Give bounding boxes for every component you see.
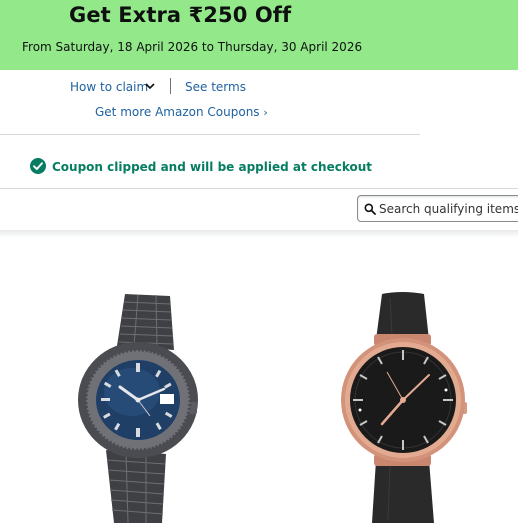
search-icon [364, 203, 376, 215]
link-divider [170, 78, 171, 94]
results-divider [0, 230, 518, 238]
coupon-status-message: Coupon clipped and will be applied at ch… [52, 160, 373, 174]
coupon-page: Get Extra ₹250 Off From Saturday, 18 Apr… [0, 0, 518, 523]
chevron-down-icon[interactable] [145, 81, 155, 91]
divider-top [0, 134, 420, 135]
how-to-claim-link[interactable]: How to claim [70, 80, 148, 94]
product-image-2[interactable] [330, 288, 480, 523]
more-coupons-label: Get more Amazon Coupons [95, 105, 260, 119]
search-input[interactable] [379, 200, 518, 218]
coupon-dates: From Saturday, 18 April 2026 to Thursday… [22, 40, 363, 54]
see-terms-link[interactable]: See terms [185, 80, 246, 94]
more-coupons-link[interactable]: Get more Amazon Coupons › [95, 105, 268, 119]
product-image-1[interactable] [70, 288, 205, 523]
coupon-banner: Get Extra ₹250 Off From Saturday, 18 Apr… [0, 0, 518, 70]
coupon-title: Get Extra ₹250 Off [69, 3, 292, 27]
check-circle-icon [30, 158, 46, 174]
rose-gold-watch-image [341, 292, 467, 523]
gunmetal-watch-image [78, 294, 198, 523]
search-box[interactable] [357, 195, 518, 222]
divider-search [0, 188, 518, 189]
chevron-right-icon: › [263, 106, 268, 119]
